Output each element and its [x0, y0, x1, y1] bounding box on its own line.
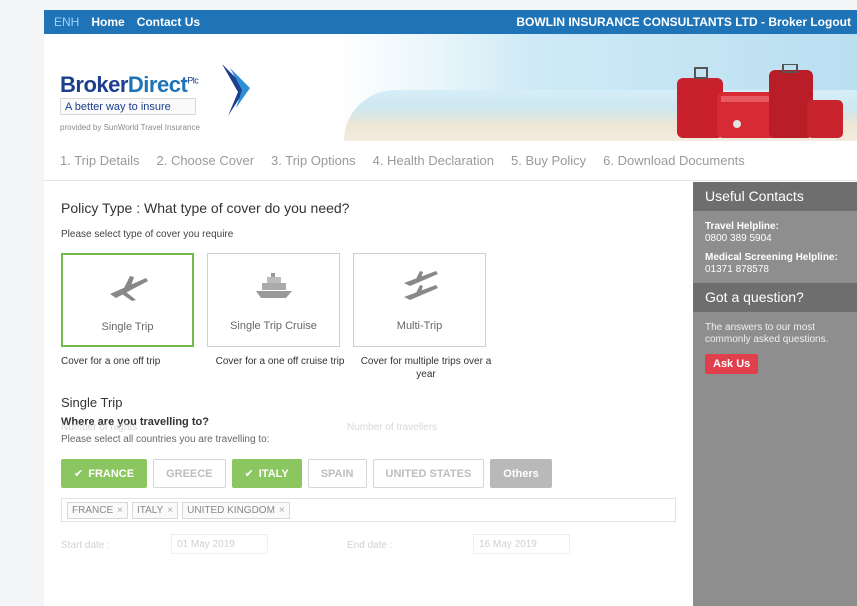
remove-tag-icon[interactable]: × — [279, 505, 285, 516]
top-nav-bar: ENH Home Contact Us BOWLIN INSURANCE CON… — [44, 10, 857, 34]
check-icon: ✔ — [74, 468, 84, 480]
selected-countries-input[interactable]: FRANCE × ITALY × UNITED KINGDOM × — [61, 498, 676, 522]
country-chip-spain[interactable]: SPAIN — [307, 459, 367, 488]
chip-label: UNITED STATES — [385, 467, 472, 480]
home-link[interactable]: Home — [91, 15, 124, 29]
policy-type-title: Policy Type : What type of cover do you … — [61, 200, 350, 216]
logo-tagline: A better way to insure — [60, 98, 196, 115]
end-date-label: End date : — [347, 540, 393, 551]
start-date-input[interactable]: 01 May 2019 — [171, 534, 268, 554]
cover-card-label: Single Trip — [101, 321, 154, 333]
cover-type-cards: Single Trip Single Trip Cruise Multi-Tri… — [61, 253, 694, 347]
chip-label: FRANCE — [88, 467, 135, 480]
broker-logout-link[interactable]: Broker Logout — [768, 15, 851, 29]
company-name: BOWLIN INSURANCE CONSULTANTS LTD - — [516, 15, 765, 29]
start-date-label: Start date : — [61, 540, 110, 551]
cover-captions: Cover for a one off trip Cover for a one… — [61, 355, 694, 381]
header-banner: BrokerDirectPlc A better way to insure p… — [44, 34, 857, 141]
nights-label: Number of nights — [61, 422, 138, 433]
chip-label: GREECE — [166, 467, 213, 480]
ship-icon — [255, 273, 292, 298]
chip-label: ITALY — [258, 467, 289, 480]
medical-helpline-number: 01371 878578 — [705, 264, 769, 275]
cover-caption-cruise: Cover for a one off cruise trip — [215, 356, 345, 367]
cover-card-label: Multi-Trip — [396, 320, 443, 332]
language-label[interactable]: ENH — [54, 15, 79, 29]
sidebar: Useful Contacts Travel Helpline: 0800 38… — [693, 182, 857, 606]
got-question-title: Got a question? — [693, 283, 857, 312]
step-trip-details[interactable]: 1. Trip Details — [60, 153, 139, 168]
tag-label: UNITED KINGDOM — [187, 504, 275, 516]
remove-tag-icon[interactable]: × — [167, 505, 173, 516]
single-trip-section-title: Single Trip — [61, 395, 123, 410]
country-tag: FRANCE × — [67, 501, 128, 519]
tag-label: ITALY — [136, 504, 164, 516]
tag-label: FRANCE — [72, 504, 114, 516]
contact-us-link[interactable]: Contact Us — [137, 15, 200, 29]
step-download-documents[interactable]: 6. Download Documents — [603, 153, 745, 168]
step-choose-cover[interactable]: 2. Choose Cover — [156, 153, 254, 168]
cover-caption-multi-trip: Cover for multiple trips over a year — [360, 356, 492, 380]
logo-suffix: Plc — [187, 75, 199, 86]
useful-contacts-title: Useful Contacts — [693, 182, 857, 211]
faq-description: The answers to our most commonly asked q… — [705, 322, 829, 345]
multi-plane-icon — [403, 271, 438, 300]
chip-label: SPAIN — [320, 467, 354, 480]
country-chip-france[interactable]: ✔ FRANCE — [61, 459, 148, 488]
luggage-icon — [677, 64, 843, 138]
chip-label: Others — [503, 467, 539, 480]
cover-caption-single-trip: Cover for a one off trip — [61, 356, 161, 367]
cover-card-single-trip-cruise[interactable]: Single Trip Cruise — [207, 253, 340, 347]
trip-dates-row: Start date : 01 May 2019 End date : 16 M… — [61, 534, 694, 560]
travel-helpline-number: 0800 389 5904 — [705, 233, 772, 244]
cover-card-multi-trip[interactable]: Multi-Trip — [353, 253, 486, 347]
step-buy-policy[interactable]: 5. Buy Policy — [511, 153, 586, 168]
country-tag: UNITED KINGDOM × — [182, 501, 290, 519]
cover-card-single-trip[interactable]: Single Trip — [61, 253, 194, 347]
step-trip-options[interactable]: 3. Trip Options — [271, 153, 356, 168]
logo-direct: Direct — [127, 72, 188, 97]
contacts-block: Travel Helpline: 0800 389 5904 Medical S… — [693, 211, 857, 276]
country-chip-united-states[interactable]: UNITED STATES — [372, 459, 485, 488]
country-chip-italy[interactable]: ✔ ITALY — [231, 459, 302, 488]
cover-card-label: Single Trip Cruise — [230, 320, 317, 332]
remove-tag-icon[interactable]: × — [117, 505, 123, 516]
plane-icon — [109, 276, 148, 301]
brokerdirect-logo[interactable]: BrokerDirectPlc A better way to insure p… — [60, 72, 200, 132]
check-icon: ✔ — [244, 468, 254, 480]
broker-info: BOWLIN INSURANCE CONSULTANTS LTD - Broke… — [516, 15, 851, 29]
provided-by-text: provided by SunWorld Travel Insurance — [60, 123, 200, 132]
medical-helpline-label: Medical Screening Helpline: — [705, 252, 838, 263]
country-chip-others[interactable]: Others — [490, 459, 552, 488]
travellers-label: Number of travellers — [347, 422, 438, 433]
ask-us-button[interactable]: Ask Us — [705, 354, 759, 374]
logo-swoosh-icon — [222, 64, 250, 116]
browser-page: ENH Home Contact Us BOWLIN INSURANCE CON… — [44, 10, 857, 606]
country-chip-greece[interactable]: GREECE — [153, 459, 226, 488]
logo-broker: Broker — [60, 72, 128, 97]
step-health-declaration[interactable]: 4. Health Declaration — [373, 153, 494, 168]
end-date-input[interactable]: 16 May 2019 — [473, 534, 570, 554]
progress-steps: 1. Trip Details 2. Choose Cover 3. Trip … — [44, 141, 857, 181]
country-chips: ✔ FRANCE GREECE ✔ ITALY SPAIN UNITED STATE… — [61, 459, 694, 488]
policy-type-subtitle: Please select type of cover you require — [61, 229, 234, 240]
country-tag: ITALY × — [131, 501, 179, 519]
travel-helpline-label: Travel Helpline: — [705, 221, 779, 232]
main-content: Policy Type : What type of cover do you … — [44, 182, 694, 606]
